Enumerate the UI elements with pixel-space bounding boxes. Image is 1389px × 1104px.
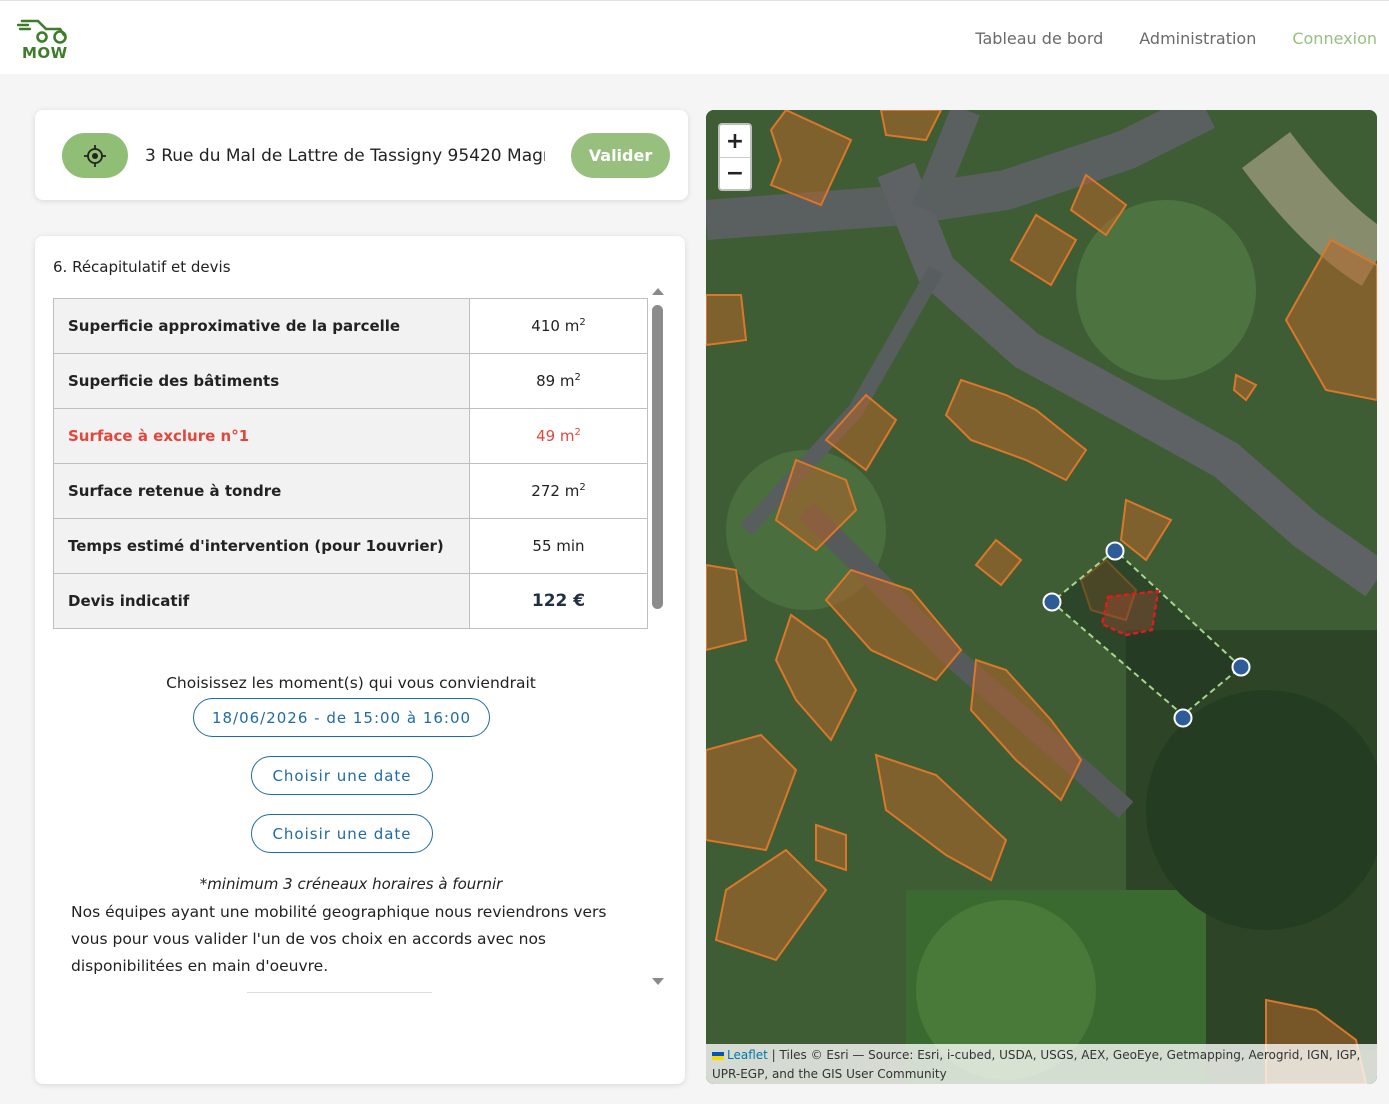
summary-scroll-area[interactable]: Superficie approximative de la parcelle … [53,298,649,1058]
slot-button-2[interactable]: Choisir une date [251,756,433,795]
zoom-in-button[interactable]: + [720,125,750,157]
row-value: 272 m2 [469,463,648,519]
summary-card: 6. Récapitulatif et devis Superficie app… [35,236,685,1084]
leaflet-link[interactable]: Leaflet [727,1048,768,1062]
scrollbar-thumb[interactable] [652,305,663,609]
attribution-text: | Tiles © Esri — Source: Esri, i-cubed, … [712,1048,1361,1081]
table-row: Superficie approximative de la parcelle … [53,298,648,354]
satellite-map[interactable]: + − Leaflet | Tiles © Esri — Source: Esr… [706,110,1377,1084]
step-title: 6. Récapitulatif et devis [53,258,231,276]
row-label: Surface à exclure n°1 [53,408,470,464]
crosshair-icon [84,144,106,167]
nav-login[interactable]: Connexion [1292,29,1377,48]
availability-info: Nos équipes ayant une mobilité geographi… [71,903,607,975]
row-label: Surface retenue à tondre [53,463,470,519]
scroll-down-arrow-icon[interactable] [652,978,664,985]
zoom-out-button[interactable]: − [720,157,750,189]
row-label: Temps estimé d'intervention (pour 1ouvri… [53,518,470,574]
row-value: 49 m2 [469,408,648,464]
slot-button-3[interactable]: Choisir une date [251,814,433,853]
row-value: 55 min [469,518,648,574]
row-label: Devis indicatif [53,573,470,629]
geolocate-button[interactable] [62,133,128,178]
table-row-quote: Devis indicatif 122 € [53,573,648,629]
mower-icon [16,19,67,44]
slot-button-1[interactable]: 18/06/2026 - de 15:00 à 16:00 [193,698,490,737]
divider [247,992,432,993]
address-input[interactable] [145,140,545,172]
zoom-control: + − [718,123,752,191]
map-attribution: Leaflet | Tiles © Esri — Source: Esri, i… [706,1044,1377,1084]
quote-value: 122 € [469,573,648,629]
nav-administration[interactable]: Administration [1139,29,1256,48]
table-row: Temps estimé d'intervention (pour 1ouvri… [53,518,648,574]
main-nav: Tableau de bord Administration Connexion [975,29,1377,48]
logo-text: MOW [22,44,68,62]
nav-dashboard[interactable]: Tableau de bord [975,29,1103,48]
scroll-up-arrow-icon[interactable] [652,288,664,295]
table-row-exclusion: Surface à exclure n°1 49 m2 [53,408,648,464]
top-navbar: MOW Tableau de bord Administration Conne… [0,0,1389,74]
mow-logo[interactable]: MOW [16,15,76,65]
map-tiles [706,110,1377,1084]
row-label: Superficie des bâtiments [53,353,470,409]
validate-button[interactable]: Valider [571,133,670,178]
row-value: 410 m2 [469,298,648,354]
minimum-slots-note: *minimum 3 créneaux horaires à fournir [199,875,503,893]
row-value: 89 m2 [469,353,648,409]
choose-slots-text: Choisissez les moment(s) qui vous convie… [166,674,536,692]
scrollbar[interactable] [649,288,665,988]
row-label: Superficie approximative de la parcelle [53,298,470,354]
table-row: Superficie des bâtiments 89 m2 [53,353,648,409]
recap-table: Superficie approximative de la parcelle … [53,298,648,629]
ukraine-flag-icon [712,1051,724,1060]
table-row: Surface retenue à tondre 272 m2 [53,463,648,519]
address-card: Valider [35,110,688,200]
